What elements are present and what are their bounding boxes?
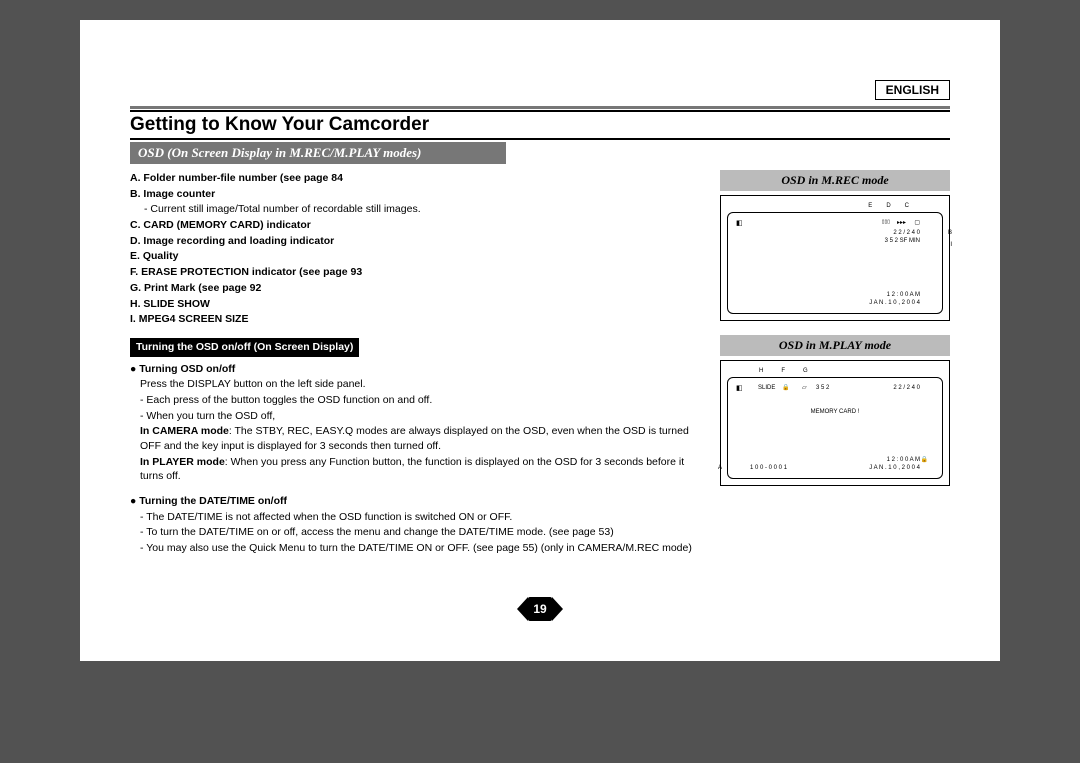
- def-f: F. ERASE PROTECTION indicator (see page …: [130, 266, 362, 278]
- fig2-label-h: H: [759, 367, 763, 375]
- fig2-size: 3 5 2: [816, 384, 829, 392]
- turning-osd-l2: - Each press of the button toggles the O…: [130, 393, 700, 408]
- figure2-box: H F G ◧ SLIDE 🔒 ▱ 3 5 2 2 2 / 2 4 0 MEMO…: [720, 360, 950, 486]
- fig2-slide: SLIDE: [758, 384, 775, 392]
- turning-osd-l1: Press the DISPLAY button on the left sid…: [130, 377, 700, 392]
- fig2-card: MEMORY CARD !: [728, 408, 942, 416]
- right-column: OSD in M.REC mode E D C ◧ ▯▯▯ ▸▸▸ ▢ 2 2 …: [720, 170, 950, 557]
- lock-icon: 🔒: [782, 384, 789, 392]
- subtopic-pill: Turning the OSD on/off (On Screen Displa…: [130, 338, 359, 357]
- turning-osd-l5: In PLAYER mode: When you press any Funct…: [130, 455, 700, 484]
- sf-icon: ◧: [736, 219, 743, 229]
- language-box: ENGLISH: [875, 80, 950, 100]
- turning-osd-l3: - When you turn the OSD off,: [130, 409, 700, 424]
- turning-osd-l4: In CAMERA mode: The STBY, REC, EASY.Q mo…: [130, 424, 700, 453]
- turning-date-heading: ● Turning the DATE/TIME on/off: [130, 494, 700, 509]
- def-c: C. CARD (MEMORY CARD) indicator: [130, 219, 311, 231]
- three-bars-icon: ▯▯▯: [882, 219, 890, 226]
- card-icon: ▢: [914, 219, 920, 227]
- figure1-title: OSD in M.REC mode: [720, 170, 950, 191]
- def-g: G. Print Mark (see page 92: [130, 282, 261, 294]
- fig2-counter: 2 2 / 2 4 0: [893, 384, 920, 392]
- page-title: Getting to Know Your Camcorder: [130, 110, 950, 140]
- fig2-label-f: F: [781, 367, 785, 375]
- triple-box-icon: ▸▸▸: [897, 219, 906, 227]
- turning-date-l1: - The DATE/TIME is not affected when the…: [130, 510, 700, 525]
- fig1-size: 3 5 2 SF MIN: [885, 237, 920, 245]
- fig1-label-b: B: [948, 229, 952, 237]
- figure2-lcd: ◧ SLIDE 🔒 ▱ 3 5 2 2 2 / 2 4 0 MEMORY CAR…: [727, 377, 943, 479]
- figure2-title: OSD in M.PLAY mode: [720, 335, 950, 356]
- fig1-label-d: D: [886, 202, 890, 210]
- figure1-box: E D C ◧ ▯▯▯ ▸▸▸ ▢ 2 2 / 2 4 0 3 5 2 SF M…: [720, 195, 950, 321]
- page-number-badge: 19: [528, 597, 552, 621]
- def-e: E. Quality: [130, 250, 178, 262]
- manual-page: ENGLISH Getting to Know Your Camcorder O…: [80, 20, 1000, 661]
- def-d: D. Image recording and loading indicator: [130, 235, 334, 247]
- def-i: I. MPEG4 SCREEN SIZE: [130, 313, 248, 325]
- turning-date-l2: - To turn the DATE/TIME on or off, acces…: [130, 525, 700, 540]
- turning-osd-heading: ● Turning OSD on/off: [130, 362, 700, 377]
- sf-icon: ◧: [736, 384, 743, 394]
- fig1-date: J A N . 1 0 , 2 0 0 4: [869, 299, 920, 307]
- lock-icon-2: 🔒: [921, 456, 928, 464]
- fig2-folder: 1 0 0 - 0 0 0 1: [750, 464, 787, 472]
- left-column: A. Folder number-file number (see page 8…: [130, 170, 700, 557]
- turning-date-l3: - You may also use the Quick Menu to tur…: [130, 541, 700, 556]
- fig2-label-a: A: [718, 464, 722, 472]
- fig1-label-e: E: [868, 202, 872, 210]
- def-a: A. Folder number-file number (see page 8…: [130, 172, 343, 184]
- fig2-date: J A N . 1 0 , 2 0 0 4: [869, 464, 920, 472]
- fig1-label-i: I: [950, 241, 952, 249]
- figure1-lcd: ◧ ▯▯▯ ▸▸▸ ▢ 2 2 / 2 4 0 3 5 2 SF MIN 1 2…: [727, 212, 943, 314]
- def-b: B. Image counter: [130, 188, 215, 200]
- def-b-sub: - Current still image/Total number of re…: [130, 202, 700, 217]
- def-h: H. SLIDE SHOW: [130, 298, 210, 310]
- fig1-label-c: C: [905, 202, 909, 210]
- fig2-label-g: G: [803, 367, 808, 375]
- print-icon: ▱: [802, 384, 807, 392]
- subsection-bar: OSD (On Screen Display in M.REC/M.PLAY m…: [130, 142, 506, 164]
